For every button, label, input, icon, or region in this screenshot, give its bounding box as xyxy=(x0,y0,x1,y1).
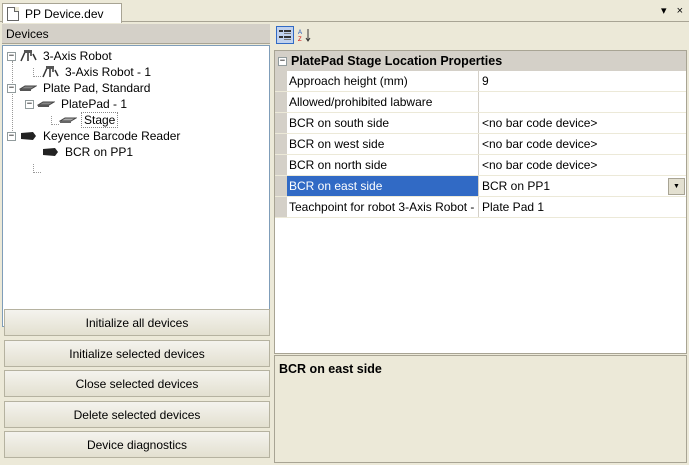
close-icon[interactable]: × xyxy=(677,4,683,18)
properties-pane: AZ − PlatePad Stage Location Properties … xyxy=(274,24,687,463)
collapse-icon[interactable]: − xyxy=(7,131,16,141)
property-name: BCR on east side xyxy=(287,176,479,196)
collapse-icon[interactable]: − xyxy=(7,83,16,93)
property-name: Approach height (mm) xyxy=(287,71,479,91)
property-name: BCR on south side xyxy=(287,113,479,133)
tree-item-label: 3-Axis Robot - 1 xyxy=(65,65,152,79)
tab-pp-device[interactable]: PP Device.dev xyxy=(2,3,122,23)
property-row-selected[interactable]: BCR on east side BCR on PP1 ▼ xyxy=(275,176,686,197)
collapse-icon[interactable]: − xyxy=(25,99,34,109)
device-tree[interactable]: − 3-Axis Robot 3-Axis Robot - 1 − Plate … xyxy=(2,45,270,327)
barcode-reader-icon xyxy=(21,132,36,140)
dropdown-menu-icon[interactable]: ▾ xyxy=(661,4,667,18)
robot-icon xyxy=(42,66,59,78)
row-gutter xyxy=(275,92,287,112)
tree-item-3-axis-robot[interactable]: − 3-Axis Robot xyxy=(7,48,114,64)
platepad-icon xyxy=(19,85,37,91)
window-controls: ▾ × xyxy=(661,4,683,18)
categorized-button[interactable] xyxy=(276,26,294,44)
description-title: BCR on east side xyxy=(279,362,382,376)
tree-item-3-axis-robot-1[interactable]: 3-Axis Robot - 1 xyxy=(41,64,153,80)
property-value[interactable]: <no bar code device> xyxy=(479,155,686,175)
tree-item-plate-pad-standard[interactable]: − Plate Pad, Standard xyxy=(7,80,152,96)
robot-icon xyxy=(20,50,37,62)
devices-pane: Devices − 3-Axis Robot 3-Axis Robot - 1 … xyxy=(2,24,270,463)
tree-item-label: Plate Pad, Standard xyxy=(43,81,151,95)
alphabetical-button[interactable]: AZ xyxy=(296,26,314,44)
property-toolbar: AZ xyxy=(274,24,687,46)
tree-line xyxy=(51,116,59,125)
property-row[interactable]: BCR on west side <no bar code device> xyxy=(275,134,686,155)
property-value[interactable] xyxy=(479,92,686,112)
initialize-all-button[interactable]: Initialize all devices xyxy=(4,309,270,336)
row-gutter xyxy=(275,197,287,217)
property-name: Teachpoint for robot 3-Axis Robot - 1 xyxy=(287,197,479,217)
close-selected-button[interactable]: Close selected devices xyxy=(4,370,270,397)
categorized-icon xyxy=(279,30,291,40)
dropdown-value: BCR on PP1 xyxy=(482,179,551,193)
tree-item-platepad-1[interactable]: − PlatePad - 1 xyxy=(25,96,129,112)
device-diagnostics-button[interactable]: Device diagnostics xyxy=(4,431,270,458)
tree-item-stage[interactable]: Stage xyxy=(59,112,119,128)
property-value[interactable]: <no bar code device> xyxy=(479,134,686,154)
tree-item-label: BCR on PP1 xyxy=(65,145,134,159)
property-row[interactable]: Approach height (mm) 9 xyxy=(275,71,686,92)
document-icon xyxy=(7,6,19,21)
tree-item-keyence-barcode-reader[interactable]: − Keyence Barcode Reader xyxy=(7,128,182,144)
initialize-selected-button[interactable]: Initialize selected devices xyxy=(4,340,270,367)
tree-item-label: Stage xyxy=(81,112,119,128)
tree-item-label: PlatePad - 1 xyxy=(61,97,128,111)
tree-item-bcr-on-pp1[interactable]: BCR on PP1 xyxy=(41,144,135,160)
svg-text:A: A xyxy=(298,30,302,36)
document-tabbar: PP Device.dev ▾ × xyxy=(0,0,689,23)
collapse-icon[interactable]: − xyxy=(278,56,287,66)
property-name: BCR on north side xyxy=(287,155,479,175)
property-name: Allowed/prohibited labware xyxy=(287,92,479,112)
tree-line xyxy=(12,61,13,131)
property-value[interactable]: Plate Pad 1 xyxy=(479,197,686,217)
property-row[interactable]: BCR on south side <no bar code device> xyxy=(275,113,686,134)
tree-item-label: Keyence Barcode Reader xyxy=(43,129,181,143)
property-value-dropdown[interactable]: BCR on PP1 ▼ xyxy=(479,176,686,196)
svg-text:Z: Z xyxy=(298,37,302,42)
description-panel: BCR on east side xyxy=(274,355,687,463)
devices-header: Devices xyxy=(2,24,270,44)
row-gutter xyxy=(275,134,287,154)
property-row[interactable]: Teachpoint for robot 3-Axis Robot - 1 Pl… xyxy=(275,197,686,218)
chevron-down-icon: ▼ xyxy=(673,183,680,190)
property-value[interactable]: 9 xyxy=(479,71,686,91)
row-gutter xyxy=(275,113,287,133)
tree-line xyxy=(33,164,41,173)
category-row[interactable]: − PlatePad Stage Location Properties xyxy=(275,51,686,71)
tree-item-label: 3-Axis Robot xyxy=(43,49,112,63)
sort-alpha-icon: AZ xyxy=(298,29,311,42)
delete-selected-button[interactable]: Delete selected devices xyxy=(4,401,270,428)
tab-title: PP Device.dev xyxy=(25,6,104,21)
row-gutter xyxy=(275,155,287,175)
property-name: BCR on west side xyxy=(287,134,479,154)
property-grid[interactable]: − PlatePad Stage Location Properties App… xyxy=(274,50,687,354)
property-row[interactable]: BCR on north side <no bar code device> xyxy=(275,155,686,176)
dropdown-button[interactable]: ▼ xyxy=(668,178,685,195)
property-value[interactable]: <no bar code device> xyxy=(479,113,686,133)
tree-line xyxy=(33,68,41,77)
property-row[interactable]: Allowed/prohibited labware xyxy=(275,92,686,113)
stage-icon xyxy=(59,117,77,123)
platepad-icon xyxy=(37,101,55,107)
collapse-icon[interactable]: − xyxy=(7,51,16,61)
category-label: PlatePad Stage Location Properties xyxy=(291,54,503,68)
row-gutter xyxy=(275,71,287,91)
barcode-reader-icon xyxy=(43,148,58,156)
row-gutter xyxy=(275,176,287,196)
